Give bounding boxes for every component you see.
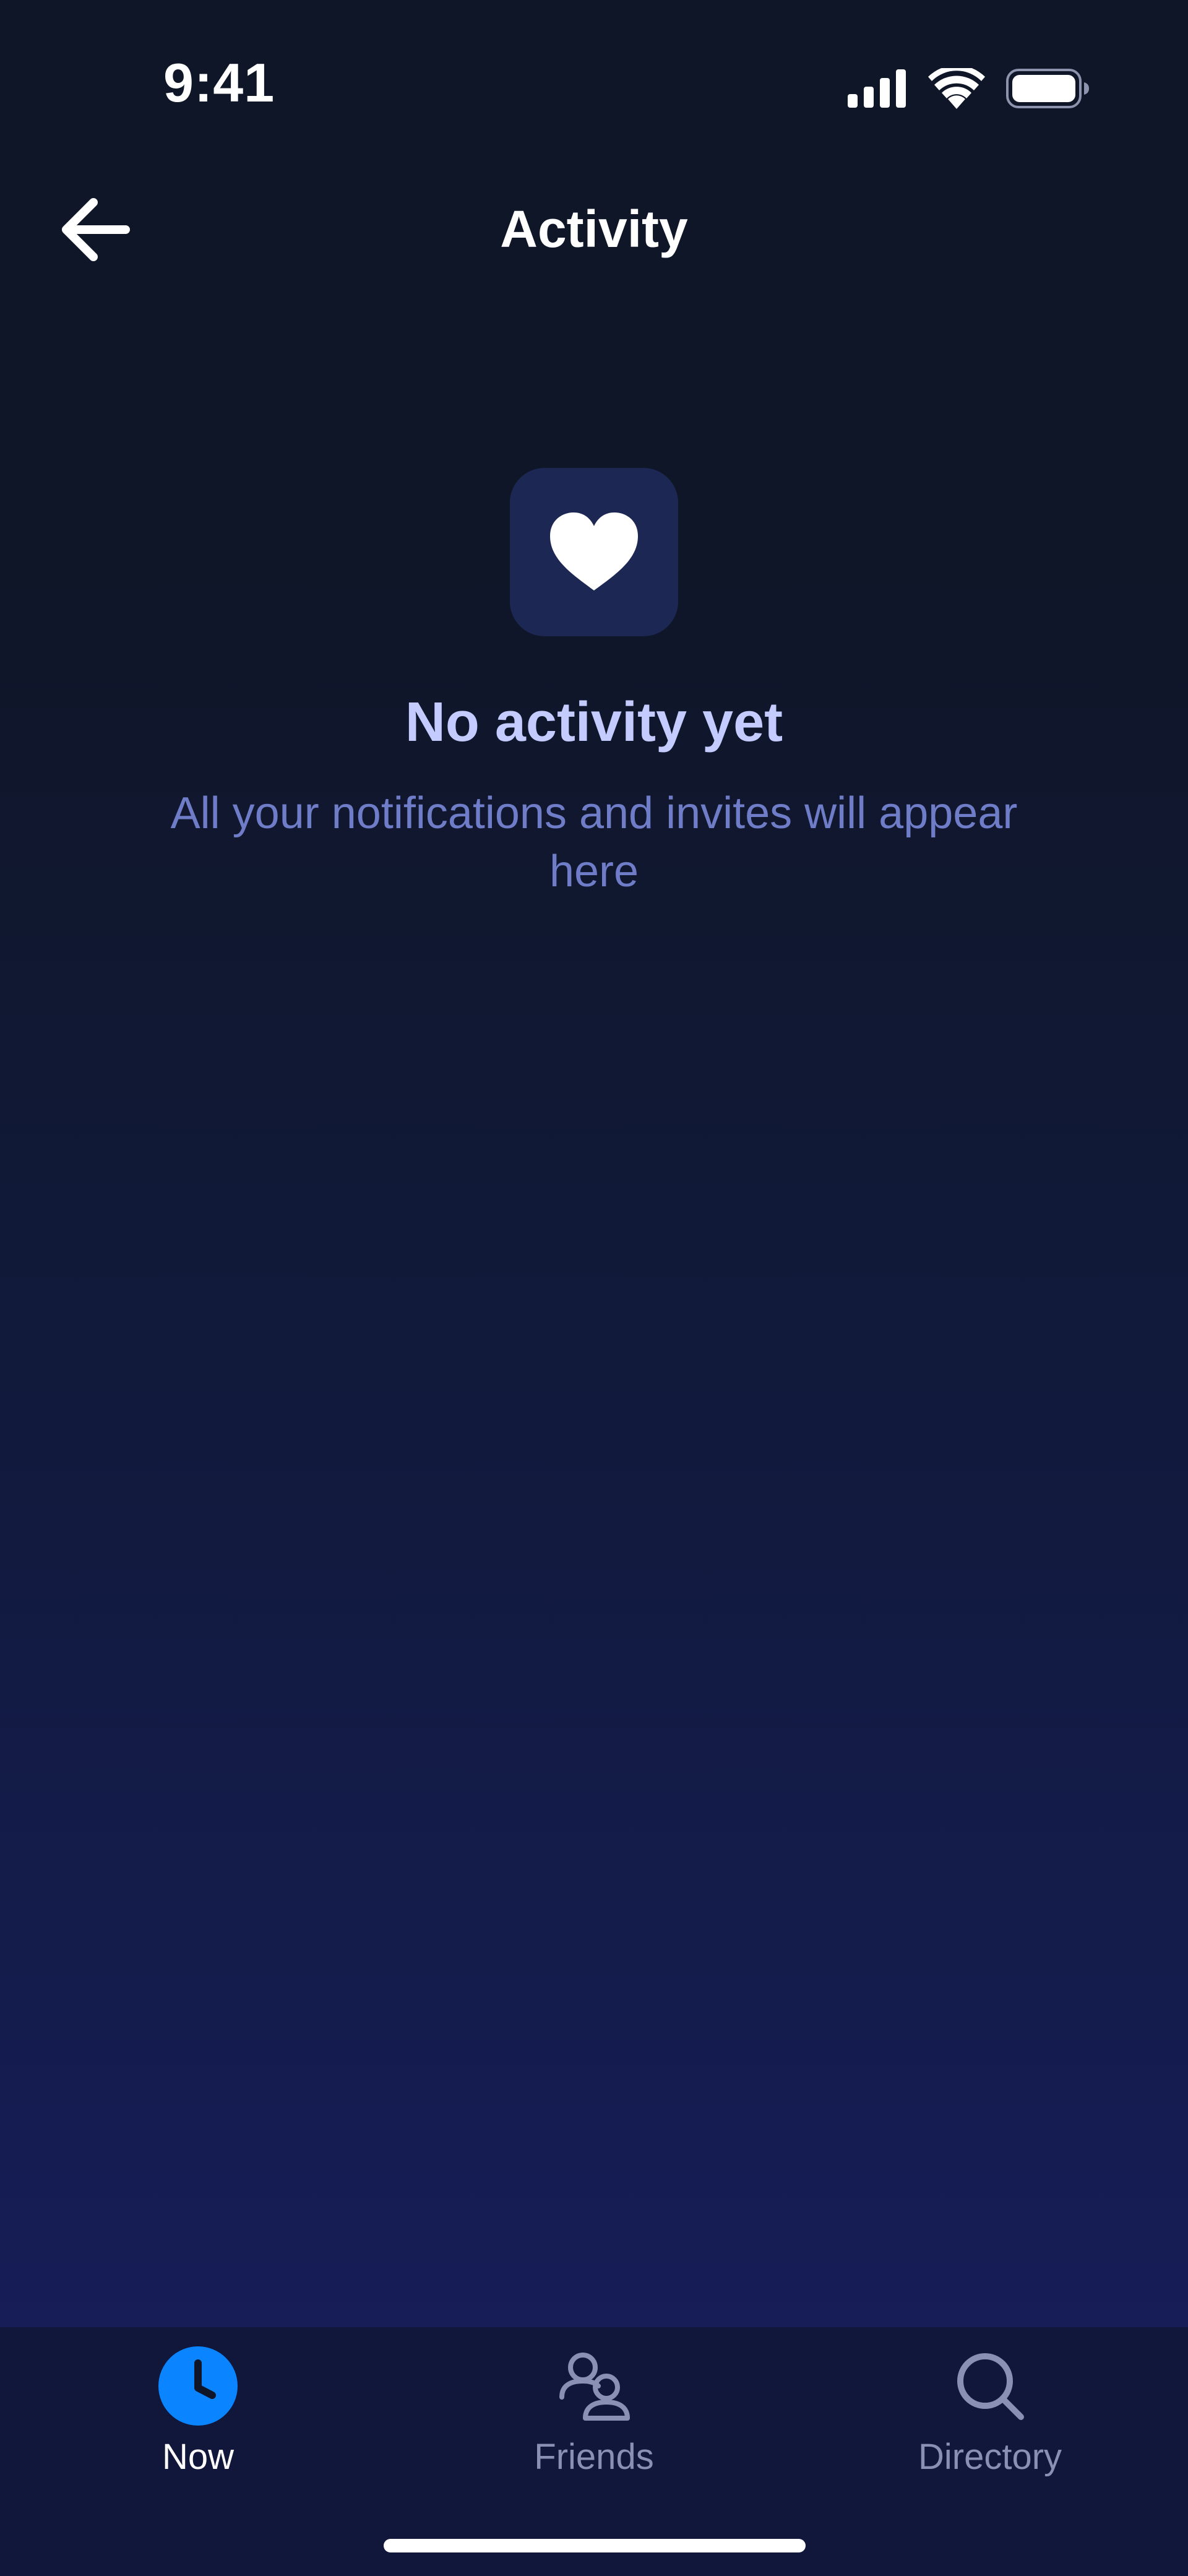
status-bar: 9:41	[0, 0, 1188, 173]
wifi-icon	[928, 68, 985, 109]
battery-icon	[1006, 69, 1089, 108]
empty-state-subtitle: All your notifications and invites will …	[170, 789, 1018, 896]
tab-label-friends: Friends	[534, 2437, 654, 2477]
tab-bar: Now Friends Directory	[0, 2327, 1188, 2576]
tab-directory[interactable]: Directory	[792, 2327, 1188, 2513]
empty-state-title: No activity yet	[405, 691, 783, 753]
search-icon	[957, 2353, 1024, 2420]
home-indicator	[384, 2539, 806, 2552]
clock-icon	[158, 2346, 238, 2426]
heart-icon	[550, 512, 638, 590]
empty-state: No activity yet All your notifications a…	[0, 468, 1188, 901]
friends-icon	[559, 2353, 630, 2421]
heart-tile	[510, 468, 678, 636]
tab-now[interactable]: Now	[0, 2327, 396, 2513]
page-title: Activity	[500, 200, 688, 258]
tab-label-now: Now	[161, 2437, 235, 2477]
nav-header: Activity	[0, 173, 1188, 285]
signal-icon	[848, 69, 906, 108]
tab-label-directory: Directory	[918, 2437, 1062, 2477]
status-time: 9:41	[163, 52, 275, 113]
status-icons	[848, 67, 1089, 110]
tab-friends[interactable]: Friends	[396, 2327, 792, 2513]
